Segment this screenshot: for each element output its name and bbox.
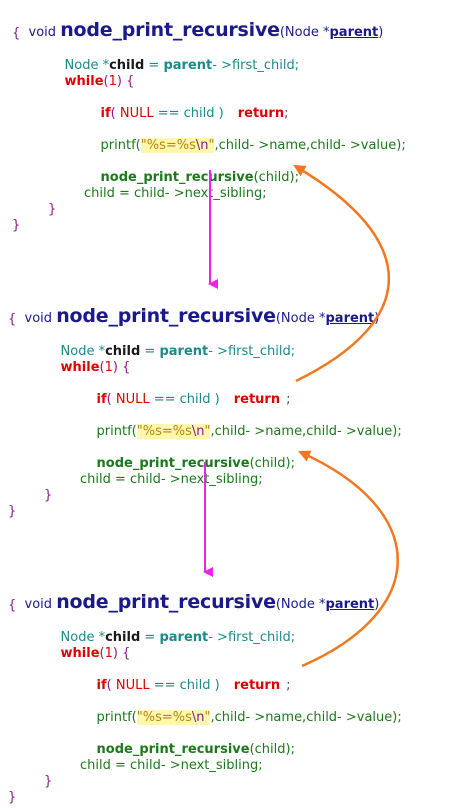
printf-call: printf( bbox=[100, 138, 141, 153]
null-keyword: NULL bbox=[119, 106, 154, 121]
return-keyword: return bbox=[233, 392, 281, 407]
close-brace-outer: } bbox=[8, 790, 17, 805]
semicolon: ; bbox=[284, 106, 289, 121]
decl-rest: - >first_child; bbox=[208, 630, 296, 645]
return-keyword: return bbox=[233, 678, 281, 693]
param-name: parent bbox=[325, 311, 375, 326]
function-name: node_print_recursive bbox=[60, 19, 280, 41]
if-keyword: if bbox=[96, 392, 107, 407]
format-newline: \n bbox=[195, 138, 209, 153]
close-brace-inner: } bbox=[44, 774, 53, 789]
close-brace-outer: } bbox=[12, 218, 21, 233]
semicolon: ; bbox=[286, 678, 291, 693]
return-arrow-1 bbox=[293, 164, 391, 383]
while-number: 1 bbox=[104, 360, 113, 375]
if-open: ( bbox=[110, 106, 120, 121]
printf-call: printf( bbox=[96, 424, 137, 439]
while-close: ) { bbox=[116, 74, 135, 89]
sig-close: ) bbox=[378, 25, 384, 40]
recursive-call-name: node_print_recursive bbox=[100, 170, 254, 185]
if-open: ( bbox=[106, 392, 116, 407]
param-type: (Node * bbox=[275, 597, 326, 612]
close-brace-outer: } bbox=[8, 504, 17, 519]
format-quote-open: " bbox=[140, 138, 147, 153]
recursive-call-args: (child); bbox=[253, 170, 299, 185]
close-brace-inner: } bbox=[44, 488, 53, 503]
param-type: (Node * bbox=[275, 311, 326, 326]
param-name: parent bbox=[329, 25, 379, 40]
void-keyword: void bbox=[28, 25, 61, 40]
decl-eq: = bbox=[140, 630, 160, 645]
format-newline: \n bbox=[191, 424, 205, 439]
return-keyword: return bbox=[237, 106, 285, 121]
format-string: %s=%s bbox=[146, 138, 196, 153]
param-name: parent bbox=[325, 597, 375, 612]
open-brace: { bbox=[8, 312, 17, 327]
if-condition: == child ) bbox=[153, 106, 224, 121]
format-quote-open: " bbox=[136, 710, 143, 725]
while-keyword: while bbox=[60, 360, 100, 375]
sig-close: ) bbox=[374, 597, 380, 612]
if-keyword: if bbox=[100, 106, 111, 121]
while-close: ) { bbox=[112, 360, 131, 375]
if-open: ( bbox=[106, 678, 116, 693]
printf-call: printf( bbox=[96, 710, 137, 725]
null-keyword: NULL bbox=[115, 678, 150, 693]
function-name: node_print_recursive bbox=[56, 591, 276, 613]
return-arrow-2 bbox=[298, 450, 399, 668]
while-number: 1 bbox=[104, 646, 113, 661]
next-sibling-statement: child = child- >next_sibling; bbox=[80, 758, 263, 773]
next-sibling-statement: child = child- >next_sibling; bbox=[80, 472, 263, 487]
while-close: ) { bbox=[112, 646, 131, 661]
recursive-call-name: node_print_recursive bbox=[96, 456, 250, 471]
while-keyword: while bbox=[64, 74, 104, 89]
decl-eq: = bbox=[140, 344, 160, 359]
decl-parent: parent bbox=[159, 344, 209, 359]
decl-rest: - >first_child; bbox=[208, 344, 296, 359]
decl-parent: parent bbox=[159, 630, 209, 645]
param-type: (Node * bbox=[279, 25, 330, 40]
if-keyword: if bbox=[96, 678, 107, 693]
void-keyword: void bbox=[24, 311, 57, 326]
recursive-call-args: (child); bbox=[249, 742, 295, 757]
sig-close: ) bbox=[374, 311, 380, 326]
null-keyword: NULL bbox=[115, 392, 150, 407]
semicolon: ; bbox=[286, 392, 291, 407]
close-brace-inner: } bbox=[48, 202, 57, 217]
void-keyword: void bbox=[24, 597, 57, 612]
function-name: node_print_recursive bbox=[56, 305, 276, 327]
open-brace: { bbox=[8, 598, 17, 613]
decl-eq: = bbox=[144, 58, 164, 73]
printf-args: ,child- >name,child- >value); bbox=[210, 710, 402, 725]
if-condition: == child ) bbox=[149, 392, 220, 407]
decl-rest: - >first_child; bbox=[212, 58, 300, 73]
open-brace: { bbox=[12, 26, 21, 41]
if-condition: == child ) bbox=[149, 678, 220, 693]
recursive-call-name: node_print_recursive bbox=[96, 742, 250, 757]
format-quote-open: " bbox=[136, 424, 143, 439]
while-keyword: while bbox=[60, 646, 100, 661]
format-newline: \n bbox=[191, 710, 205, 725]
recursive-call-args: (child); bbox=[249, 456, 295, 471]
format-string: %s=%s bbox=[142, 710, 192, 725]
decl-parent: parent bbox=[163, 58, 213, 73]
format-string: %s=%s bbox=[142, 424, 192, 439]
while-number: 1 bbox=[108, 74, 117, 89]
next-sibling-statement: child = child- >next_sibling; bbox=[84, 186, 267, 201]
printf-args: ,child- >name,child- >value); bbox=[210, 424, 402, 439]
printf-args: ,child- >name,child- >value); bbox=[214, 138, 406, 153]
